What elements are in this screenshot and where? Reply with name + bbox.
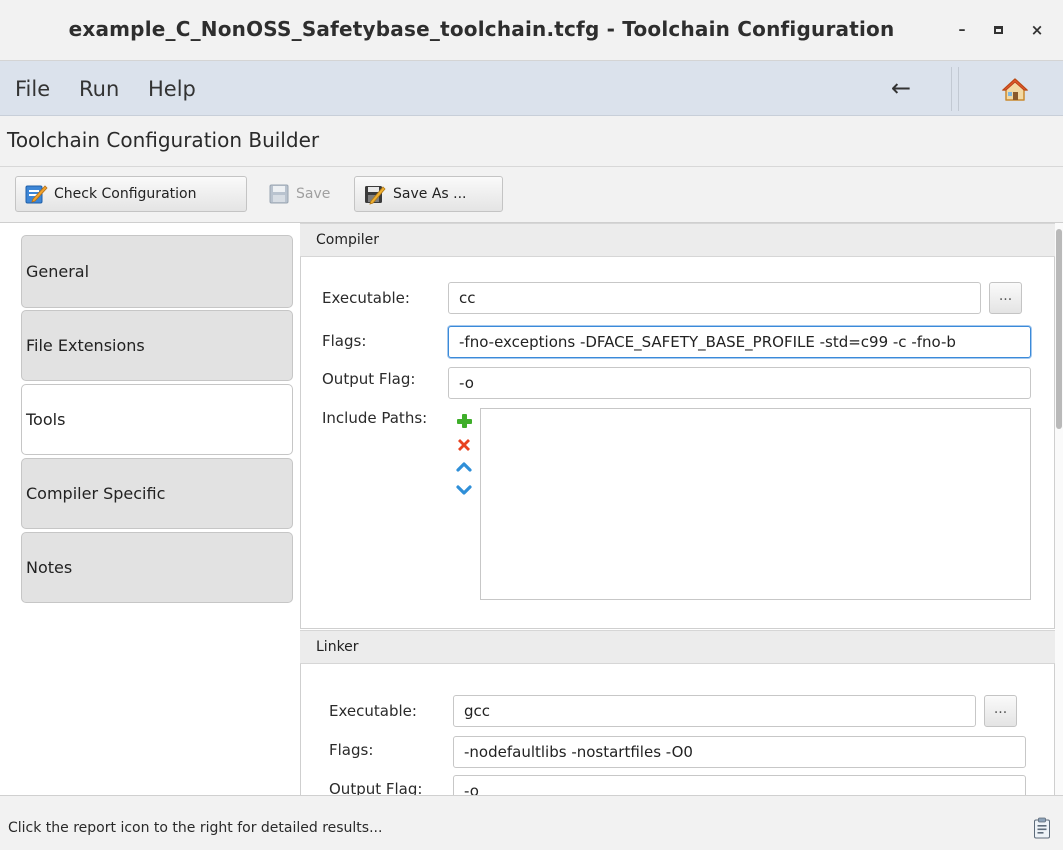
menu-help[interactable]: Help	[148, 77, 196, 101]
tab-compiler-specific[interactable]: Compiler Specific	[21, 458, 293, 529]
check-configuration-button[interactable]: Check Configuration	[15, 176, 247, 212]
scrollbar-thumb[interactable]	[1056, 229, 1062, 429]
compiler-section: Executable: cc ... Flags: -fno-exception…	[300, 257, 1055, 629]
status-message: Click the report icon to the right for d…	[8, 820, 383, 836]
compiler-browse-button[interactable]: ...	[989, 282, 1022, 314]
save-as-label: Save As ...	[393, 186, 467, 202]
sidebar: General File Extensions Tools Compiler S…	[0, 223, 300, 795]
menu-divider	[958, 67, 959, 111]
tab-notes[interactable]: Notes	[21, 532, 293, 603]
compiler-output-flag-label: Output Flag:	[322, 370, 416, 388]
linker-output-flag-field[interactable]: -o	[453, 775, 1026, 795]
save-button[interactable]: Save	[259, 176, 345, 212]
left-arrow-icon: ←	[890, 74, 912, 102]
linker-executable-label: Executable:	[329, 702, 417, 720]
report-icon	[1034, 817, 1050, 839]
check-configuration-label: Check Configuration	[54, 186, 197, 202]
compiler-executable-field[interactable]: cc	[448, 282, 981, 314]
compiler-section-header[interactable]: Compiler	[300, 223, 1055, 257]
compiler-flags-field[interactable]: -fno-exceptions -DFACE_SAFETY_BASE_PROFI…	[448, 326, 1031, 358]
tools-content: Compiler Executable: cc ... Flags: -fno-…	[300, 223, 1055, 795]
remove-icon	[458, 439, 470, 451]
move-down-include-path-button[interactable]	[456, 482, 472, 498]
move-up-icon	[456, 462, 472, 472]
move-up-include-path-button[interactable]	[456, 459, 472, 475]
content-scrollbar[interactable]	[1055, 223, 1063, 795]
window-title: example_C_NonOSS_Safetybase_toolchain.tc…	[68, 17, 895, 41]
check-configuration-icon	[25, 185, 48, 204]
menu-bar: File Run Help ←	[0, 61, 1063, 116]
linker-flags-label: Flags:	[329, 741, 374, 759]
page-title: Toolchain Configuration Builder	[7, 128, 320, 152]
window-titlebar: example_C_NonOSS_Safetybase_toolchain.tc…	[0, 0, 1063, 61]
save-as-button[interactable]: Save As ...	[354, 176, 503, 212]
report-button[interactable]	[1033, 817, 1051, 839]
compiler-output-flag-field[interactable]: -o	[448, 367, 1031, 399]
tab-file-extensions[interactable]: File Extensions	[21, 310, 293, 381]
save-as-icon	[365, 186, 386, 205]
linker-section: Executable: gcc ... Flags: -nodefaultlib…	[300, 664, 1055, 795]
menu-run[interactable]: Run	[79, 77, 119, 101]
tab-general[interactable]: General	[21, 235, 293, 308]
add-icon	[457, 414, 472, 428]
toolbar: Check Configuration Save Save As ...	[0, 167, 1063, 223]
close-button[interactable]: ×	[1027, 20, 1047, 40]
move-down-icon	[456, 485, 472, 495]
home-button[interactable]	[998, 73, 1032, 105]
linker-browse-button[interactable]: ...	[984, 695, 1017, 727]
remove-include-path-button[interactable]	[456, 437, 472, 453]
save-label: Save	[296, 186, 331, 202]
include-paths-label: Include Paths:	[322, 409, 428, 427]
include-paths-list[interactable]	[480, 408, 1031, 600]
minimize-button[interactable]: –	[952, 20, 972, 40]
save-icon	[269, 184, 289, 204]
menu-file[interactable]: File	[15, 77, 50, 101]
linker-output-flag-label: Output Flag:	[329, 780, 423, 795]
menu-divider	[951, 67, 952, 111]
compiler-executable-label: Executable:	[322, 289, 410, 307]
linker-section-header[interactable]: Linker	[300, 630, 1055, 664]
tab-tools[interactable]: Tools	[21, 384, 293, 455]
maximize-icon	[993, 26, 1003, 34]
status-bar: Click the report icon to the right for d…	[0, 795, 1063, 850]
page-heading-bar: Toolchain Configuration Builder	[0, 116, 1063, 167]
maximize-button[interactable]	[988, 20, 1008, 40]
linker-executable-field[interactable]: gcc	[453, 695, 976, 727]
compiler-flags-label: Flags:	[322, 332, 367, 350]
back-button[interactable]: ←	[884, 73, 918, 103]
home-icon	[1001, 78, 1029, 101]
add-include-path-button[interactable]	[456, 413, 472, 429]
linker-flags-field[interactable]: -nodefaultlibs -nostartfiles -O0	[453, 736, 1026, 768]
